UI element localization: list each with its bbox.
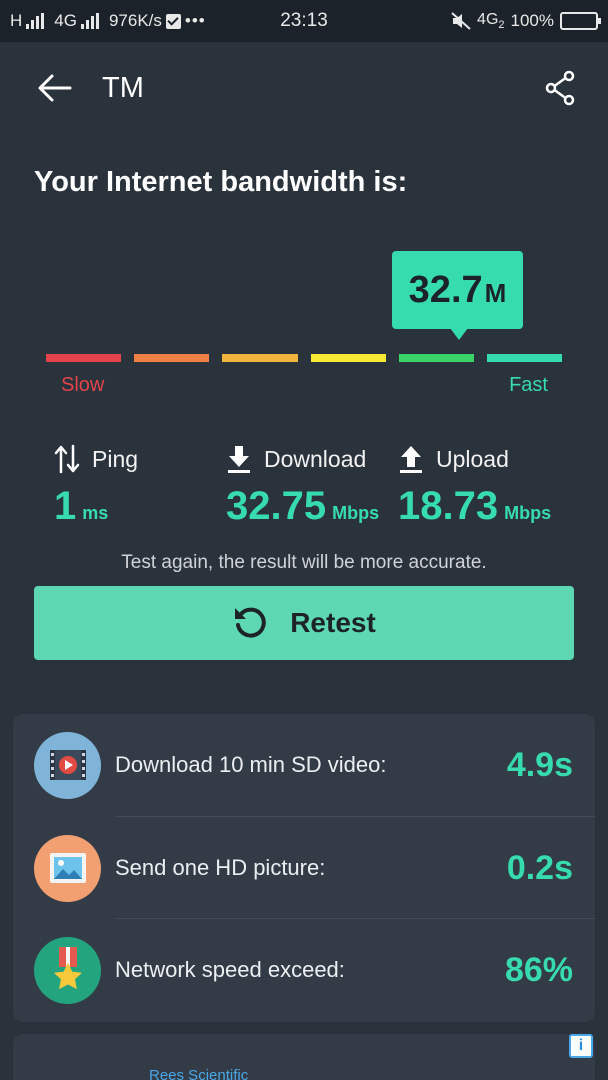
speed-scale-segment [486, 354, 563, 362]
refresh-icon [235, 607, 266, 638]
upload-metric: Upload 18.73 Mbps [398, 444, 551, 529]
ad-text[interactable]: Rees Scientific [149, 1067, 248, 1080]
stat-value-network: 86% [504, 950, 573, 989]
speed-scale-segment [398, 354, 474, 362]
speed-bubble: 32.7 M [392, 251, 523, 329]
ping-metric: Ping 1 ms [54, 444, 138, 529]
download-label: Download [264, 445, 367, 472]
share-icon[interactable] [544, 70, 576, 106]
stat-value-video: 4.9s [506, 745, 573, 784]
stat-label-video: Download 10 min SD video: [115, 752, 387, 777]
back-arrow-icon[interactable] [36, 72, 72, 104]
data-speed: 976K/s [108, 11, 162, 30]
stat-value-picture: 0.2s [506, 848, 573, 887]
stat-row-network: Network speed exceed: 86% [13, 919, 595, 1021]
speed-bubble-unit: M [484, 277, 507, 308]
upload-value: 18.73 [398, 484, 499, 528]
fast-label: Fast [509, 374, 548, 396]
slow-label: Slow [61, 374, 105, 396]
status-left: H 4G 976K/s ••• [10, 11, 206, 31]
speed-scale [46, 354, 563, 362]
battery-icon [560, 12, 601, 30]
picture-icon [34, 834, 101, 902]
ad-banner[interactable]: i Rees Scientific [13, 1034, 595, 1080]
sim-index: 2 [498, 19, 505, 32]
mute-icon [451, 12, 471, 30]
speed-scale-segment [46, 354, 122, 362]
ping-unit: ms [82, 503, 109, 523]
medal-icon [34, 936, 101, 1004]
stat-label-network: Network speed exceed: [115, 957, 345, 982]
stat-row-picture: Send one HD picture: 0.2s [13, 817, 595, 919]
app-header: TM [0, 42, 608, 136]
upload-label: Upload [436, 445, 509, 472]
speed-scale-segment [134, 354, 210, 362]
download-icon [228, 446, 250, 473]
battery-percent: 100% [510, 11, 554, 30]
more-notifications-icon: ••• [184, 11, 206, 30]
network-type-4g: 4G [54, 11, 77, 30]
speed-bubble-pointer [450, 328, 468, 340]
status-right: 4G2 100% [451, 11, 601, 31]
bandwidth-headline: Your Internet bandwidth is: [34, 166, 408, 198]
video-icon [34, 731, 101, 799]
ping-value: 1 [54, 484, 77, 528]
check-icon [165, 13, 181, 29]
speed-scale-segment [222, 354, 298, 362]
retest-label: Retest [290, 607, 376, 638]
speed-scale-segment [310, 354, 386, 362]
network-type-right: 4G2 [477, 11, 504, 31]
stats-card: Download 10 min SD video: 4.9s Send one … [13, 714, 595, 1022]
page-title: TM [102, 72, 144, 104]
download-metric: Download 32.75 Mbps [226, 444, 379, 529]
retest-button[interactable]: Retest [34, 586, 574, 660]
download-value: 32.75 [226, 484, 327, 528]
network-type-right-label: 4G [477, 10, 499, 28]
ping-label: Ping [92, 445, 139, 472]
network-type-h: H [10, 11, 23, 30]
retest-hint: Test again, the result will be more accu… [121, 552, 487, 573]
signal-icon-2 [80, 13, 99, 29]
download-unit: Mbps [332, 503, 380, 523]
status-bar: H 4G 976K/s ••• 23:13 4G2 100% [0, 0, 608, 42]
speed-bubble-value: 32.7 [408, 268, 483, 311]
stat-label-picture: Send one HD picture: [115, 855, 326, 880]
signal-icon [26, 13, 45, 29]
stat-row-video: Download 10 min SD video: 4.9s [13, 714, 595, 816]
ping-arrows-icon [54, 444, 80, 474]
upload-icon [400, 446, 422, 473]
ad-info-icon[interactable]: i [569, 1034, 593, 1058]
upload-unit: Mbps [504, 503, 552, 523]
